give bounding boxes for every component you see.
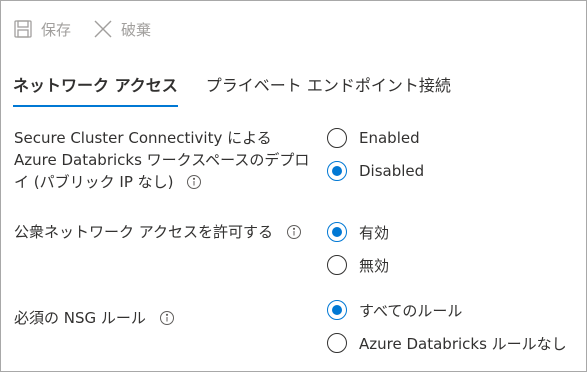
network-settings-panel: 保存 破棄 ネットワーク アクセス プライベート エンドポイント接続 Secur… bbox=[0, 0, 587, 372]
save-icon bbox=[13, 19, 33, 39]
radio-button-selected[interactable] bbox=[327, 222, 347, 242]
info-icon[interactable] bbox=[286, 224, 302, 240]
tab-network-access[interactable]: ネットワーク アクセス bbox=[13, 73, 178, 107]
field-label: 公衆ネットワーク アクセスを許可する bbox=[14, 221, 314, 243]
radio-option-all-rules[interactable]: すべてのルール bbox=[327, 299, 567, 321]
field-label-text: 公衆ネットワーク アクセスを許可する bbox=[14, 223, 274, 241]
radio-button-selected[interactable] bbox=[327, 161, 347, 181]
radio-label: Disabled bbox=[359, 162, 425, 180]
radio-label: 有効 bbox=[359, 223, 390, 242]
discard-button[interactable]: 破棄 bbox=[93, 19, 151, 40]
radio-button[interactable] bbox=[327, 255, 347, 275]
radio-option-disabled[interactable]: Disabled bbox=[327, 160, 424, 182]
save-label: 保存 bbox=[41, 20, 72, 39]
tab-label: プライベート エンドポイント接続 bbox=[205, 76, 451, 95]
radio-option-disabled[interactable]: 無効 bbox=[327, 254, 389, 276]
radio-option-no-azure-databricks-rules[interactable]: Azure Databricks ルールなし bbox=[327, 332, 567, 354]
radio-button[interactable] bbox=[327, 333, 347, 353]
radio-option-enabled[interactable]: 有効 bbox=[327, 221, 389, 243]
field-label: 必須の NSG ルール bbox=[14, 307, 314, 329]
field-label-text: 必須の NSG ルール bbox=[14, 309, 146, 327]
radio-label: Enabled bbox=[359, 129, 420, 147]
command-bar: 保存 破棄 bbox=[1, 1, 586, 57]
radio-button[interactable] bbox=[327, 128, 347, 148]
close-icon bbox=[93, 19, 113, 39]
tab-label: ネットワーク アクセス bbox=[13, 76, 178, 95]
radio-label: 無効 bbox=[359, 256, 390, 275]
radio-group: 有効 無効 bbox=[327, 221, 389, 287]
tab-private-endpoint-connections[interactable]: プライベート エンドポイント接続 bbox=[206, 73, 451, 107]
tab-bar: ネットワーク アクセス プライベート エンドポイント接続 bbox=[13, 73, 479, 111]
radio-option-enabled[interactable]: Enabled bbox=[327, 127, 424, 149]
save-button[interactable]: 保存 bbox=[13, 19, 71, 40]
radio-group: Enabled Disabled bbox=[327, 127, 424, 193]
discard-label: 破棄 bbox=[121, 20, 152, 39]
info-icon[interactable] bbox=[186, 174, 202, 190]
field-label: Secure Cluster Connectivity による Azure Da… bbox=[14, 127, 314, 193]
info-icon[interactable] bbox=[159, 310, 175, 326]
radio-button-selected[interactable] bbox=[327, 300, 347, 320]
radio-label: すべてのルール bbox=[359, 301, 463, 320]
field-label-text: Secure Cluster Connectivity による Azure Da… bbox=[14, 129, 310, 191]
radio-group: すべてのルール Azure Databricks ルールなし bbox=[327, 299, 567, 365]
radio-label: Azure Databricks ルールなし bbox=[359, 334, 567, 353]
